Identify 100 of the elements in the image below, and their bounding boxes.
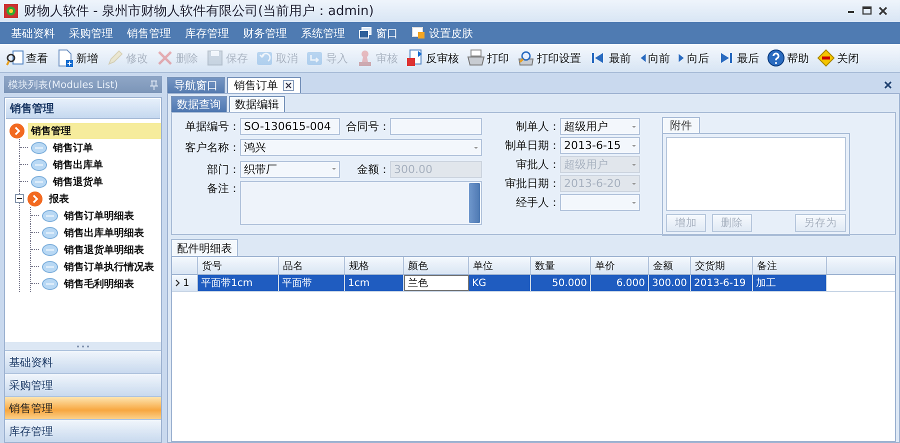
- toolbar-button[interactable]: 帮助: [763, 49, 813, 67]
- table-cell[interactable]: 6.000: [591, 275, 649, 291]
- exit-sign-icon: [817, 49, 835, 67]
- caret-icon: [632, 144, 636, 146]
- tab[interactable]: 附件: [662, 117, 700, 133]
- toolbar-button[interactable]: 最前: [585, 49, 635, 67]
- menu-item[interactable]: 窗口: [352, 26, 405, 40]
- input-field[interactable]: [390, 118, 482, 135]
- input-field[interactable]: SO-130615-004: [240, 118, 340, 135]
- triangle-right-icon: [678, 53, 685, 63]
- toolbar-button[interactable]: 最后: [713, 49, 763, 67]
- column-header[interactable]: 数量: [531, 257, 591, 274]
- dropdown-field[interactable]: 超级用户: [560, 118, 640, 135]
- menu-item[interactable]: 销售管理: [120, 26, 178, 40]
- document-icon: [56, 49, 74, 67]
- toolbar-button[interactable]: 向前: [635, 50, 674, 66]
- tree-item[interactable]: 销售订单: [50, 140, 96, 156]
- table-cell[interactable]: 300.00: [649, 275, 691, 291]
- navigation-item[interactable]: 销售管理: [5, 396, 161, 419]
- tree-item[interactable]: 报表: [46, 190, 72, 206]
- tab[interactable]: 数据查询: [171, 96, 227, 112]
- table-cell[interactable]: 2013-6-19: [691, 275, 753, 291]
- table-cell[interactable]: 1cm: [345, 275, 404, 291]
- collapse-icon[interactable]: [15, 194, 24, 203]
- menu-item[interactable]: 设置皮肤: [405, 26, 480, 40]
- toolbar-button[interactable]: 反审核: [402, 49, 463, 67]
- oval-icon: [31, 142, 47, 154]
- tree-item[interactable]: 销售出库单明细表: [61, 224, 147, 240]
- toolbar-button[interactable]: 打印: [463, 49, 513, 67]
- tree-item[interactable]: 销售订单执行情况表: [61, 258, 157, 274]
- table-cell[interactable]: KG: [469, 275, 531, 291]
- tab[interactable]: 数据编辑: [229, 96, 285, 112]
- close-icon[interactable]: [878, 6, 888, 16]
- document-stamp-icon: [406, 49, 424, 67]
- column-header[interactable]: 货号: [198, 257, 279, 274]
- menu-item[interactable]: 采购管理: [62, 26, 120, 40]
- toolbar-button[interactable]: 向后: [674, 50, 713, 66]
- caret-icon: [332, 168, 336, 170]
- caret-icon: [632, 126, 636, 128]
- column-header[interactable]: 备注: [753, 257, 827, 274]
- tab[interactable]: 导航窗口: [167, 77, 225, 93]
- group-header[interactable]: 销售管理: [6, 99, 160, 119]
- toolbar-button[interactable]: 打印设置: [513, 49, 585, 67]
- row-indicator-icon: [175, 279, 180, 287]
- table-cell[interactable]: 加工: [753, 275, 827, 291]
- close-icon[interactable]: [283, 80, 294, 91]
- tree-item[interactable]: 销售订单明细表: [61, 208, 137, 224]
- menu-item[interactable]: 系统管理: [294, 26, 352, 40]
- row-number: 1: [183, 278, 190, 288]
- column-header[interactable]: 颜色: [404, 257, 469, 274]
- navigation-item[interactable]: 采购管理: [5, 373, 161, 396]
- oval-icon: [42, 226, 58, 238]
- floppy-icon: [206, 49, 224, 67]
- tree-item[interactable]: 销售退货单: [50, 174, 106, 190]
- caret-icon: [632, 202, 636, 204]
- close-icon[interactable]: [884, 80, 892, 88]
- maximize-icon[interactable]: [862, 6, 872, 16]
- pin-icon[interactable]: [150, 80, 158, 90]
- menu-item[interactable]: 财务管理: [236, 26, 294, 40]
- table-cell[interactable]: 平面带: [279, 275, 345, 291]
- tab[interactable]: 配件明细表: [171, 239, 238, 256]
- tree-item[interactable]: 销售毛利明细表: [61, 276, 137, 292]
- table-cell[interactable]: 平面带1cm: [198, 275, 279, 291]
- text-area[interactable]: [240, 181, 482, 226]
- dropdown-field[interactable]: [560, 194, 640, 211]
- window-icon: [359, 27, 372, 39]
- navigation-item[interactable]: 基础资料: [5, 350, 161, 373]
- field-label: 审批人：: [515, 157, 560, 172]
- table-cell[interactable]: 50.000: [531, 275, 591, 291]
- column-header[interactable]: 交货期: [691, 257, 753, 274]
- cross-icon: [156, 49, 174, 67]
- tab[interactable]: 销售订单: [227, 77, 301, 93]
- attachment-list[interactable]: [666, 137, 846, 211]
- field-label: 部门：: [206, 162, 240, 177]
- field-label: 金额：: [356, 162, 390, 177]
- dropdown-field[interactable]: 2013-6-15: [560, 137, 640, 154]
- column-header[interactable]: 规格: [345, 257, 404, 274]
- oval-icon: [31, 158, 47, 170]
- menu-item[interactable]: 基础资料: [4, 26, 62, 40]
- table-cell[interactable]: 兰色: [404, 275, 469, 291]
- toolbar-button[interactable]: 新增: [52, 49, 102, 67]
- tree-item[interactable]: 销售出库单: [50, 156, 106, 172]
- tree-item[interactable]: 销售管理: [28, 122, 161, 138]
- toolbar-button[interactable]: 关闭: [813, 49, 863, 67]
- menu-item[interactable]: 库存管理: [178, 26, 236, 40]
- navigation-item[interactable]: 库存管理: [5, 419, 161, 442]
- scrollbar[interactable]: [469, 183, 480, 224]
- column-header[interactable]: 单位: [469, 257, 531, 274]
- help-icon: [767, 49, 785, 67]
- grip-icon[interactable]: [76, 344, 90, 348]
- column-header[interactable]: 单价: [591, 257, 649, 274]
- field-label: 合同号：: [345, 118, 390, 134]
- oval-icon: [42, 278, 58, 290]
- caret-icon: [632, 164, 636, 166]
- dropdown-field[interactable]: 鸿兴: [240, 139, 482, 156]
- dropdown-field[interactable]: 织带厂: [240, 160, 340, 178]
- column-header[interactable]: 品名: [279, 257, 345, 274]
- toolbar-button[interactable]: 查看: [2, 49, 52, 67]
- tree-item[interactable]: 销售退货单明细表: [61, 242, 147, 258]
- column-header[interactable]: 金额: [649, 257, 691, 274]
